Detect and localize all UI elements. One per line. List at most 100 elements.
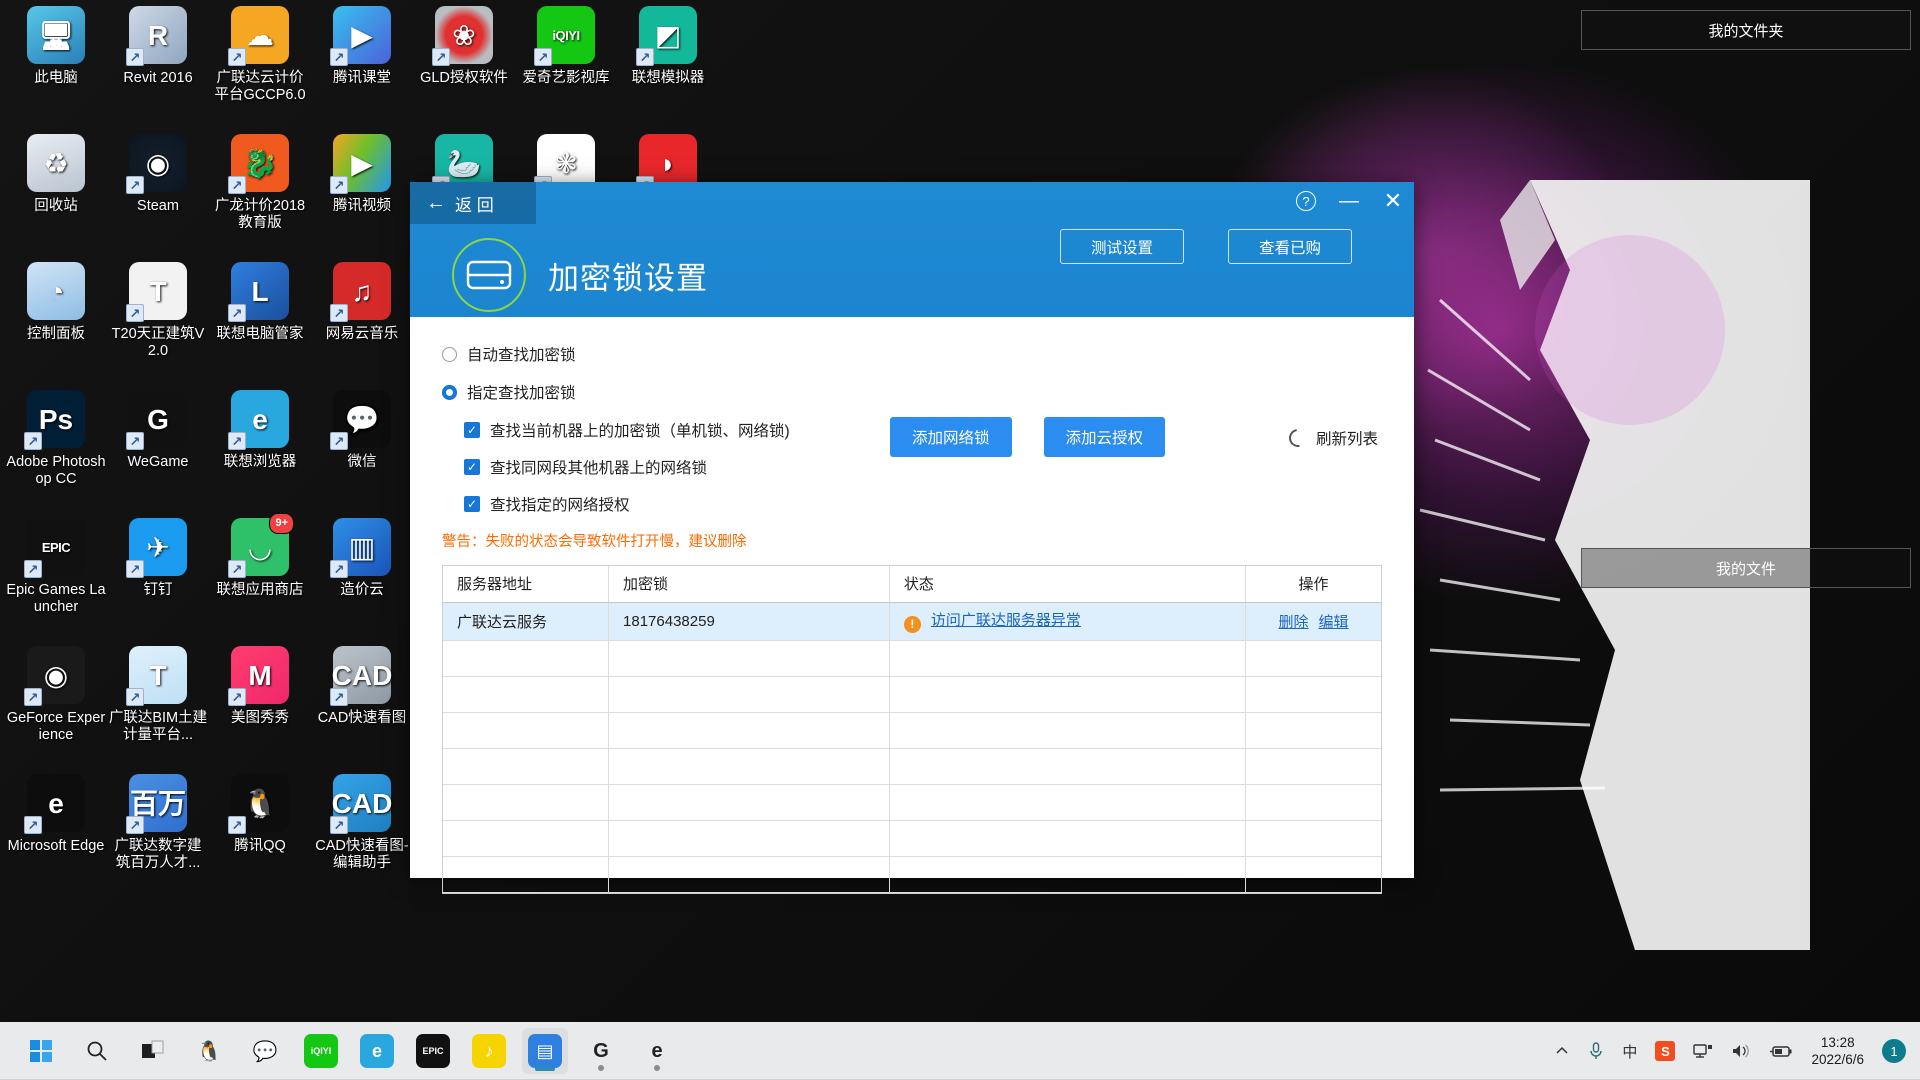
desktop-icon-recycle-bin-icon[interactable]: ♻ 回收站 — [6, 134, 106, 215]
radio-auto-find-indicator[interactable] — [442, 346, 457, 362]
desktop-icon-iqiyi-folder-icon[interactable]: iQIYI ↗ 爱奇艺影视库 — [516, 6, 616, 87]
start-button[interactable] — [18, 1028, 64, 1074]
desktop-icon-dingtalk-icon[interactable]: ✈ ↗ 钉钉 — [108, 518, 208, 599]
desktop-icon-tencent-video-icon[interactable]: ▶ ↗ 腾讯视频 — [312, 134, 412, 215]
shortcut-arrow-icon: ↗ — [330, 304, 348, 322]
search-icon[interactable] — [74, 1028, 120, 1074]
desktop-icon-wechat-icon[interactable]: 💬 ↗ 微信 — [312, 390, 412, 471]
radio-auto-find[interactable]: 自动查找加密锁 — [442, 343, 1382, 365]
iqiyi-taskbar-icon[interactable]: iQIYI — [298, 1028, 344, 1074]
show-hidden-icons[interactable] — [1554, 1043, 1570, 1059]
microphone-icon[interactable] — [1588, 1042, 1604, 1060]
volume-icon[interactable] — [1731, 1043, 1751, 1059]
network-icon[interactable] — [1693, 1043, 1713, 1059]
desktop-icon-qq-icon[interactable]: 🐧 ↗ 腾讯QQ — [210, 774, 310, 855]
sogou-ime-icon[interactable]: S — [1655, 1041, 1676, 1061]
test-settings-button[interactable]: 测试设置 — [1060, 229, 1184, 264]
warning-icon: ! — [903, 615, 921, 633]
glodon-taskbar-icon[interactable]: G — [578, 1028, 624, 1074]
table-row[interactable]: 广联达云服务 18176438259! 访问广联达服务器异常 删除 编辑 — [443, 602, 1381, 641]
cell-empty — [1245, 640, 1381, 677]
shortcut-arrow-icon: ↗ — [330, 688, 348, 706]
task-view-icon[interactable] — [130, 1028, 176, 1074]
desktop-folder-box-1[interactable]: 我的文件夹 — [1581, 10, 1911, 50]
cell-empty — [608, 784, 890, 821]
notification-badge[interactable]: 1 — [1882, 1039, 1906, 1063]
back-arrow-icon: ← — [426, 192, 446, 214]
desktop-icon-glodon-bim-icon[interactable]: T ↗ 广联达BIM土建计量平台... — [108, 646, 208, 744]
help-icon[interactable]: ? — [1296, 191, 1316, 211]
desktop-icon-revit-icon[interactable]: R ↗ Revit 2016 — [108, 6, 208, 87]
iqiyi-taskbar-icon-glyph: iQIYI — [304, 1034, 338, 1068]
shortcut-arrow-icon: ↗ — [24, 432, 42, 450]
dialog-body: 自动查找加密锁 指定查找加密锁 ✓ 查找当前机器上的加密锁（单机锁、网络锁) ✓… — [410, 317, 1414, 894]
status-link[interactable]: 访问广联达服务器异常 — [931, 612, 1081, 629]
radio-specified-find-indicator[interactable] — [442, 384, 457, 400]
epic-taskbar-icon[interactable]: EPIC — [410, 1028, 456, 1074]
lenovo-browser-taskbar-icon[interactable]: e — [354, 1028, 400, 1074]
gld-auth-icon: ❀ ↗ — [432, 6, 493, 66]
qq-taskbar-icon[interactable]: 🐧 — [186, 1028, 232, 1074]
desktop-icon-gld-auth-icon[interactable]: ❀ ↗ GLD授权软件 — [414, 6, 514, 87]
cell-empty — [1245, 820, 1381, 857]
wechat-taskbar-icon[interactable]: 💬 — [242, 1028, 288, 1074]
desktop-icon-glodon-talent-icon[interactable]: 百万 ↗ 广联达数字建筑百万人才... — [108, 774, 208, 872]
checkbox-lan-lock-label: 查找同网段其他机器上的网络锁 — [490, 460, 708, 477]
desktop-icon-control-panel-icon[interactable]: ◔ 控制面板 — [6, 262, 106, 343]
edge-taskbar-icon[interactable]: e — [634, 1028, 680, 1074]
system-tray: 中 S 13:28 2022/6/6 1 — [1554, 1034, 1920, 1068]
edit-link[interactable]: 编辑 — [1319, 614, 1349, 631]
refresh-list-button[interactable]: 刷新列表 — [1285, 425, 1378, 451]
desktop-icon-label: 钉钉 — [143, 582, 173, 598]
checkmark-icon[interactable]: ✓ — [464, 422, 480, 438]
qq-music-taskbar-icon[interactable]: ♪ — [466, 1028, 512, 1074]
desktop-icon-edge-icon[interactable]: e ↗ Microsoft Edge — [6, 774, 106, 855]
cell-empty — [443, 676, 610, 713]
ime-chinese-icon[interactable]: 中 — [1622, 1041, 1637, 1062]
desktop-icon-cad-viewer-icon[interactable]: CAD ↗ CAD快速看图 — [312, 646, 412, 727]
desktop-icon-lenovo-manager-icon[interactable]: L ↗ 联想电脑管家 — [210, 262, 310, 343]
desktop-icon-photoshop-icon[interactable]: Ps ↗ Adobe Photoshop CC — [6, 390, 106, 488]
desktop-icon-guanglong-icon[interactable]: 🐉 ↗ 广龙计价2018教育版 — [210, 134, 310, 232]
desktop-icon-meitu-icon[interactable]: M ↗ 美图秀秀 — [210, 646, 310, 727]
clock[interactable]: 13:28 2022/6/6 — [1811, 1034, 1864, 1068]
desktop-icon-geforce-icon[interactable]: ◉ ↗ GeForce Experience — [6, 646, 106, 744]
desktop-icon-gccp-icon[interactable]: ☁ ↗ 广联达云计价平台GCCP6.0 — [210, 6, 310, 104]
checkbox-lan-lock[interactable]: ✓ 查找同网段其他机器上的网络锁 — [464, 456, 1382, 478]
delete-link[interactable]: 删除 — [1279, 614, 1309, 631]
desktop-icon-wegame-icon[interactable]: G ↗ WeGame — [108, 390, 208, 471]
cell-empty — [1245, 748, 1381, 785]
edge-taskbar-icon-glyph: e — [651, 1039, 663, 1062]
desktop-icon-zaojiayun-icon[interactable]: ▥ ↗ 造价云 — [312, 518, 412, 599]
add-cloud-auth-button[interactable]: 添加云授权 — [1043, 417, 1166, 457]
close-icon[interactable]: ✕ — [1382, 190, 1404, 212]
desktop-icon-cad-edit-icon[interactable]: CAD ↗ CAD快速看图-编辑助手 — [312, 774, 412, 872]
desktop-icon-lenovo-emulator-icon[interactable]: ◩ ↗ 联想模拟器 — [618, 6, 718, 87]
desktop-icon-lenovo-browser-icon[interactable]: e ↗ 联想浏览器 — [210, 390, 310, 471]
battery-icon[interactable] — [1769, 1043, 1793, 1059]
back-button[interactable]: ← 返 回 — [410, 182, 536, 224]
desktop-icon-lenovo-store-icon[interactable]: ◡ ↗ 9+ 联想应用商店 — [210, 513, 310, 599]
radio-specified-find[interactable]: 指定查找加密锁 — [442, 381, 1382, 403]
desktop-icon-tencent-ketang-icon[interactable]: ▶ ↗ 腾讯课堂 — [312, 6, 412, 87]
desktop-icon-epic-games-icon[interactable]: EPIC ↗ Epic Games Launcher — [6, 518, 106, 616]
view-purchased-button[interactable]: 查看已购 — [1228, 229, 1352, 264]
cell-empty — [889, 784, 1247, 821]
lenovo-browser-icon: e ↗ — [228, 390, 289, 450]
glodon-lock-taskbar-icon[interactable]: ▤ — [522, 1028, 568, 1074]
checkbox-specified-auth[interactable]: ✓ 查找指定的网络授权 — [464, 493, 1382, 515]
encryption-lock-settings-dialog: ← 返 回 ? — ✕ 加密锁设置 测试设置 查看已购 自动查找加密锁 指定查找… — [410, 182, 1414, 894]
desktop-icon-netease-music-icon[interactable]: ♫ ↗ 网易云音乐 — [312, 262, 412, 343]
desktop-folder-box-2[interactable]: 我的文件 — [1581, 548, 1911, 588]
lenovo-emulator-icon: ◩ ↗ — [636, 6, 697, 66]
minimize-icon[interactable]: — — [1338, 190, 1360, 212]
desktop-icon-steam-icon[interactable]: ◉ ↗ Steam — [108, 134, 208, 215]
checkmark-icon[interactable]: ✓ — [464, 459, 480, 475]
desktop-icon-this-pc-icon[interactable]: 🖥 此电脑 — [6, 6, 106, 87]
checkmark-icon[interactable]: ✓ — [464, 496, 480, 512]
cell-empty — [1245, 784, 1381, 821]
desktop-icon-label: Microsoft Edge — [7, 838, 105, 854]
shortcut-arrow-icon: ↗ — [126, 48, 144, 66]
desktop-icon-t20-tangent-icon[interactable]: T ↗ T20天正建筑V2.0 — [108, 262, 208, 360]
add-network-lock-button[interactable]: 添加网络锁 — [890, 417, 1012, 457]
